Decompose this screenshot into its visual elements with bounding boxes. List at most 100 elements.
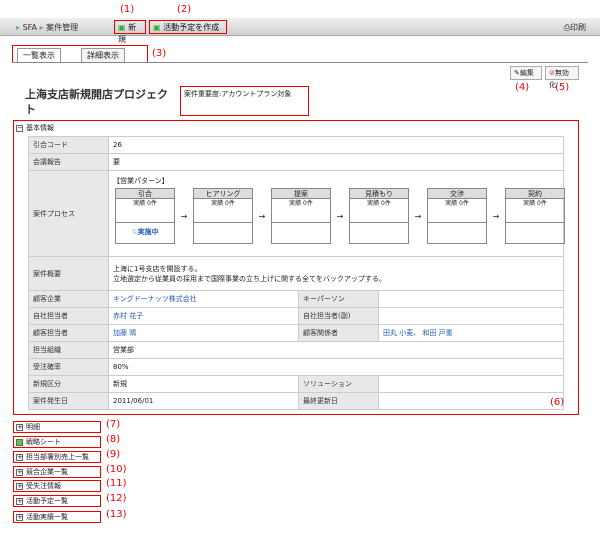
page-title: 上海支店新規開店プロジェクト	[25, 88, 168, 116]
stage-name: ヒアリング	[194, 188, 252, 199]
field-value: 営業部	[108, 341, 564, 359]
field-value: 26	[108, 136, 564, 154]
field-value	[378, 307, 564, 325]
annotation-13: (13)	[106, 509, 127, 520]
customer-contact-link[interactable]: 加藤 晴	[108, 324, 299, 342]
field-label: 案件プロセス	[28, 170, 109, 257]
annotation-3: (3)	[152, 48, 167, 59]
section-toggle[interactable]: + 活動実績一覧	[13, 511, 101, 523]
section-label: 明細	[26, 423, 40, 431]
stage-record: 実績 0件	[116, 199, 174, 223]
stage-record: 実績 0件	[506, 199, 564, 223]
expand-icon: +	[16, 467, 23, 476]
top-bar: ▸ SFA ▸ 案件管理 ▣ 新規 ▣ 活動予定を作成 ⎙印刷	[0, 18, 600, 44]
annotation-7: (7)	[106, 419, 121, 430]
expand-icon: +	[16, 452, 23, 461]
app-label: SFA	[22, 23, 37, 32]
table-row: 案件概要 上海に1号支店を開設する。 立地選定から従業員の採用まで国際事業の立ち…	[28, 256, 564, 291]
arrow-right-icon: →	[414, 211, 422, 221]
field-value	[378, 290, 564, 308]
table-row: 自社担当者 赤村 花子 自社担当者(副)	[28, 307, 564, 325]
table-row: 顧客担当者 加藤 晴 顧客関係者 田丸 小麦、 和田 戸重	[28, 324, 564, 342]
tab-detail-view[interactable]: 詳細表示	[81, 48, 125, 63]
field-label: 受注確率	[28, 358, 109, 376]
summary-line: 上海に1号支店を開設する。	[113, 264, 202, 273]
section-toggle[interactable]: + 担当部署別売上一覧	[13, 451, 101, 463]
tab-label: 詳細表示	[87, 51, 119, 60]
owner-link[interactable]: 赤村 花子	[108, 307, 299, 325]
basic-info-header-label: 基本情報	[26, 124, 54, 132]
table-row: 担当組織 営業部	[28, 341, 564, 359]
field-label: キーパーソン	[298, 290, 379, 308]
importance-text: 案件重要度:アカウントプラン対象	[180, 86, 309, 116]
print-button[interactable]: ⎙印刷	[564, 22, 586, 33]
section-label: 受失注情報	[26, 482, 61, 490]
stage-name: 提案	[272, 188, 330, 199]
section-toggle[interactable]: + 活動予定一覧	[13, 495, 101, 507]
field-value: 新規	[108, 375, 299, 393]
customer-link[interactable]: キングドーナッツ株式会社	[108, 290, 299, 308]
table-row: 顧客企業 キングドーナッツ株式会社 キーパーソン	[28, 290, 564, 308]
process-cell: 【営業パターン】 引合 実績 0件 ☆実施中 → ヒアリング 実績 0件 → 提案 実績 0件 →…	[108, 170, 565, 257]
field-label: 最終更新日	[298, 392, 379, 410]
field-label: 会議報告	[28, 153, 109, 171]
section-label: 戦略シート	[26, 438, 61, 446]
expand-icon: +	[16, 481, 23, 490]
section-toggle[interactable]: + 明細	[13, 421, 101, 433]
new-button[interactable]: ▣ 新規	[114, 20, 146, 44]
stage-name: 契約	[506, 188, 564, 199]
annotation-4: (4)	[515, 82, 530, 93]
stage-status: ☆実施中	[131, 227, 159, 236]
annotation-8: (8)	[106, 434, 121, 445]
field-label: 顧客関係者	[298, 324, 379, 342]
process-flow: 引合 実績 0件 ☆実施中 → ヒアリング 実績 0件 → 提案 実績 0件 → 見積もり 実績 0件…	[113, 187, 565, 252]
table-row: 案件プロセス 【営業パターン】 引合 実績 0件 ☆実施中 → ヒアリング 実績 0件 → 提…	[28, 170, 565, 257]
edit-button[interactable]: ✎編集	[510, 66, 542, 80]
summary-value: 上海に1号支店を開設する。 立地選定から従業員の採用まで国際事業の立ち上げに関す…	[108, 256, 564, 291]
process-stage: ヒアリング 実績 0件	[193, 187, 253, 244]
stage-name: 交渉	[428, 188, 486, 199]
collapse-icon: −	[16, 123, 23, 132]
field-value	[378, 375, 564, 393]
section-toggle[interactable]: + 競合企業一覧	[13, 466, 101, 478]
section-toggle[interactable]: 戦略シート	[13, 436, 101, 448]
new-icon: ▣	[118, 23, 126, 32]
basic-info-header[interactable]: − 基本情報	[16, 123, 54, 133]
edit-label: 編集	[519, 69, 534, 77]
annotation-12: (12)	[106, 493, 127, 504]
stage-name: 引合	[116, 188, 174, 199]
sheet-icon	[16, 438, 23, 446]
table-row: 引合コード 26	[28, 136, 564, 154]
field-label: 引合コード	[28, 136, 109, 154]
expand-icon: +	[16, 512, 23, 521]
section-label: 担当部署別売上一覧	[26, 453, 89, 461]
annotation-2: (2)	[177, 4, 192, 15]
field-label: 自社担当者(副)	[298, 307, 379, 325]
arrow-icon: ▸	[39, 23, 44, 32]
annotation-10: (10)	[106, 464, 127, 475]
table-row: 案件発生日 2011/06/01 最終更新日	[28, 392, 564, 410]
field-label: ソリューション	[298, 375, 379, 393]
pattern-label: 【営業パターン】	[113, 176, 169, 185]
field-label: 自社担当者	[28, 307, 109, 325]
tab-label: 一覧表示	[23, 51, 55, 60]
stage-record: 実績 0件	[272, 199, 330, 223]
tab-list-view[interactable]: 一覧表示	[17, 48, 61, 63]
stage-record: 実績 0件	[194, 199, 252, 223]
stage-record: 実績 0件	[428, 199, 486, 223]
customer-related-link[interactable]: 田丸 小麦、 和田 戸重	[378, 324, 564, 342]
process-stage: 契約 実績 0件	[505, 187, 565, 244]
expand-icon: +	[16, 496, 23, 505]
stage-name: 見積もり	[350, 188, 408, 199]
arrow-right-icon: →	[492, 211, 500, 221]
process-stage: 見積もり 実績 0件	[349, 187, 409, 244]
expand-icon: +	[16, 422, 23, 431]
breadcrumb: ▸ SFA ▸ 案件管理	[16, 22, 78, 33]
create-activity-plan-button[interactable]: ▣ 活動予定を作成	[149, 20, 227, 34]
disable-button[interactable]: ⊘無効化	[545, 66, 579, 89]
field-label: 顧客担当者	[28, 324, 109, 342]
process-stage: 提案 実績 0件	[271, 187, 331, 244]
arrow-right-icon: →	[258, 211, 266, 221]
section-toggle[interactable]: + 受失注情報	[13, 480, 101, 492]
table-row: 新規区分 新規 ソリューション	[28, 375, 564, 393]
